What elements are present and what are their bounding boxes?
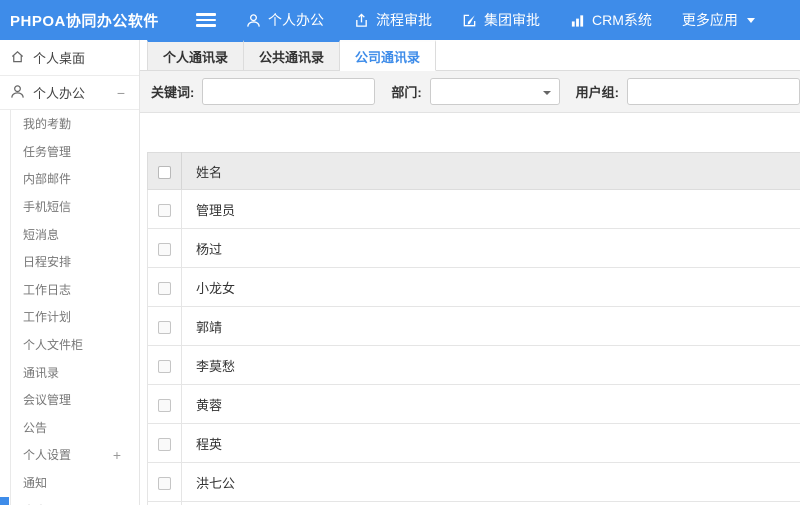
nav-label: 更多应用 <box>681 12 738 28</box>
contact-name: 洪七公 <box>181 462 800 502</box>
row-checkbox[interactable] <box>158 203 171 217</box>
main-content: 个人通讯录 公共通讯录 公司通讯录 关键词: 部门: 用户组: 姓名 管理员 杨… <box>140 40 800 505</box>
home-icon <box>10 49 25 67</box>
sidebar-item-notification[interactable]: 通知 <box>11 469 139 497</box>
department-select[interactable] <box>429 78 560 105</box>
sidebar-item-sms[interactable]: 手机短信 <box>11 193 139 221</box>
nav-label: 集团审批 <box>484 12 540 28</box>
table-row[interactable]: 黄蓉 <box>147 384 800 424</box>
contact-name <box>181 501 800 505</box>
caret-down-icon <box>746 17 755 23</box>
nav-label: 流程审批 <box>376 12 432 28</box>
table-row[interactable]: 程英 <box>147 423 800 463</box>
row-checkbox[interactable] <box>158 437 171 451</box>
row-checkbox[interactable] <box>158 398 171 412</box>
keyword-input[interactable] <box>202 78 376 105</box>
sidebar-item-schedule[interactable]: 日程安排 <box>11 248 139 276</box>
department-label: 部门: <box>391 85 422 100</box>
approval-flow-icon <box>354 12 369 28</box>
table-row[interactable]: 郭靖 <box>147 306 800 346</box>
sidebar-item-address-book[interactable]: 通讯录 <box>11 358 139 386</box>
contact-name: 管理员 <box>181 189 800 229</box>
tab-personal-contacts[interactable]: 个人通讯录 <box>147 40 245 70</box>
sidebar-item-file-cabinet[interactable]: 个人文件柜 <box>11 331 139 359</box>
table-row[interactable]: 管理员 <box>147 189 800 229</box>
sidebar-item-personal-settings[interactable]: 个人设置 + <box>11 441 139 469</box>
sidebar-item-task-management[interactable]: 任务管理 <box>11 138 139 166</box>
row-checkbox[interactable] <box>158 359 171 373</box>
sidebar-item-personal-office[interactable]: 个人办公 − <box>0 76 139 110</box>
contact-name: 小龙女 <box>181 267 800 307</box>
row-checkbox[interactable] <box>158 281 171 295</box>
bar-chart-icon <box>570 13 585 28</box>
sidebar-submenu: 我的考勤 任务管理 内部邮件 手机短信 短消息 日程安排 工作日志 工作计划 个… <box>10 110 139 505</box>
table-row-partial[interactable] <box>147 501 800 505</box>
sidebar-item-personal-desktop[interactable]: 个人桌面 <box>0 40 139 76</box>
user-icon <box>246 13 261 28</box>
content-gap <box>140 113 800 152</box>
sidebar: 个人桌面 个人办公 − 我的考勤 任务管理 内部邮件 手机短信 短消息 日程安排… <box>0 40 140 505</box>
table-row[interactable]: 洪七公 <box>147 462 800 502</box>
user-group-label: 用户组: <box>575 85 619 100</box>
user-group-input[interactable] <box>627 78 800 105</box>
user-icon <box>10 84 25 102</box>
contacts-table: 姓名 管理员 杨过 小龙女 郭靖 李莫愁 黄蓉 程英 洪七公 <box>147 152 800 505</box>
topbar: PHPOA协同办公软件 个人办公 流程审批 集团审批 CRM系统 更多应用 <box>0 0 800 40</box>
collapse-minus-icon[interactable]: − <box>117 85 125 101</box>
select-caret-icon <box>542 91 551 95</box>
sidebar-item-internal-mail[interactable]: 内部邮件 <box>11 165 139 193</box>
sidebar-item-memorabilia[interactable]: 大事记 <box>11 496 139 505</box>
top-navigation: 个人办公 流程审批 集团审批 CRM系统 更多应用 <box>246 10 755 30</box>
table-row[interactable]: 杨过 <box>147 228 800 268</box>
contacts-table-wrap: 姓名 管理员 杨过 小龙女 郭靖 李莫愁 黄蓉 程英 洪七公 <box>147 152 800 505</box>
sidebar-item-announcement[interactable]: 公告 <box>11 414 139 442</box>
edit-square-icon <box>462 13 477 28</box>
sidebar-item-short-message[interactable]: 短消息 <box>11 220 139 248</box>
sidebar-item-my-attendance[interactable]: 我的考勤 <box>11 110 139 138</box>
table-header-row: 姓名 <box>147 152 800 190</box>
nav-workflow-approval[interactable]: 流程审批 <box>354 10 432 30</box>
keyword-label: 关键词: <box>151 85 195 100</box>
tab-company-contacts[interactable]: 公司通讯录 <box>340 40 437 71</box>
nav-personal-office[interactable]: 个人办公 <box>246 10 324 30</box>
sidebar-item-work-plan[interactable]: 工作计划 <box>11 303 139 331</box>
nav-crm-system[interactable]: CRM系统 <box>570 10 652 30</box>
filter-bar: 关键词: 部门: 用户组: <box>140 71 800 113</box>
table-row[interactable]: 李莫愁 <box>147 345 800 385</box>
nav-label: CRM系统 <box>592 12 652 28</box>
row-checkbox[interactable] <box>158 320 171 334</box>
hamburger-menu-icon[interactable] <box>196 13 216 27</box>
tabbar: 个人通讯录 公共通讯录 公司通讯录 <box>140 40 800 71</box>
nav-more-apps[interactable]: 更多应用 <box>682 10 755 30</box>
corner-blue-indicator <box>0 497 9 505</box>
tab-public-contacts[interactable]: 公共通讯录 <box>244 40 341 70</box>
sidebar-item-meeting-management[interactable]: 会议管理 <box>11 386 139 414</box>
contact-name: 杨过 <box>181 228 800 268</box>
sidebar-item-label: 个人办公 <box>33 86 86 101</box>
row-checkbox[interactable] <box>158 242 171 256</box>
nav-label: 个人办公 <box>268 12 324 28</box>
row-checkbox[interactable] <box>158 476 171 490</box>
contact-name: 程英 <box>181 423 800 463</box>
nav-group-approval[interactable]: 集团审批 <box>462 10 540 30</box>
app-title: PHPOA协同办公软件 <box>10 12 159 30</box>
sidebar-item-label: 个人桌面 <box>33 51 86 66</box>
contact-name: 黄蓉 <box>181 384 800 424</box>
expand-plus-icon[interactable]: + <box>113 447 121 463</box>
column-header-name: 姓名 <box>181 152 800 190</box>
contact-name: 郭靖 <box>181 306 800 346</box>
contact-name: 李莫愁 <box>181 345 800 385</box>
select-all-checkbox[interactable] <box>158 165 171 179</box>
table-row[interactable]: 小龙女 <box>147 267 800 307</box>
sidebar-item-work-log[interactable]: 工作日志 <box>11 276 139 304</box>
